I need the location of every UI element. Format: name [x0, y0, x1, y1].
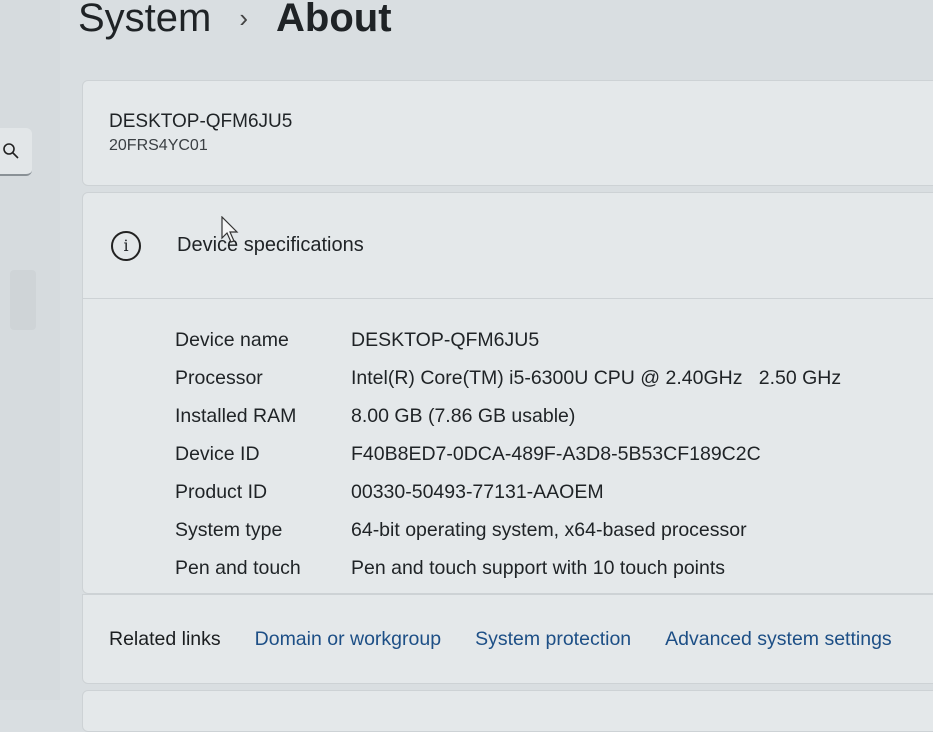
spec-row-pen-and-touch: Pen and touch Pen and touch support with …: [83, 549, 933, 587]
search-icon: [3, 143, 19, 159]
spec-list: Device name DESKTOP-QFM6JU5 Processor Inte…: [83, 299, 933, 587]
mouse-cursor-icon: [221, 216, 239, 243]
spec-label: Installed RAM: [175, 404, 297, 427]
page-title: About: [276, 0, 392, 40]
spec-label: Device ID: [175, 442, 260, 465]
link-domain-or-workgroup[interactable]: Domain or workgroup: [255, 628, 441, 651]
breadcrumb-system[interactable]: System: [78, 0, 211, 41]
spec-row-product-id: Product ID 00330-50493-77131-AAOEM: [83, 473, 933, 511]
spec-label: Pen and touch: [175, 556, 301, 579]
spec-value: Intel(R) Core(TM) i5-6300U CPU @ 2.40GHz…: [351, 366, 842, 389]
related-links-bar: Related links Domain or workgroup System…: [82, 594, 933, 684]
device-model: 20FRS4YC01: [109, 137, 208, 154]
spec-row-device-id: Device ID F40B8ED7-0DCA-489F-A3D8-5B53CF1…: [83, 435, 933, 473]
device-specifications-card: i Device specifications Device name DESKT…: [82, 192, 933, 594]
spec-value: Pen and touch support with 10 touch poin…: [351, 556, 726, 579]
spec-value: F40B8ED7-0DCA-489F-A3D8-5B53CF189C2C: [351, 442, 761, 465]
breadcrumb: System › About: [78, 0, 392, 41]
spec-value: DESKTOP-QFM6JU5: [351, 328, 540, 351]
search-box[interactable]: [0, 128, 32, 176]
link-advanced-system-settings[interactable]: Advanced system settings: [665, 628, 892, 651]
link-system-protection[interactable]: System protection: [475, 628, 631, 651]
navigation-pane: [0, 0, 60, 700]
spec-value: 8.00 GB (7.86 GB usable): [351, 404, 576, 427]
device-specifications-title: Device specifications: [177, 234, 364, 256]
spec-row-processor: Processor Intel(R) Core(TM) i5-6300U CPU …: [83, 359, 933, 397]
device-name: DESKTOP-QFM6JU5: [109, 111, 293, 132]
next-card: [82, 690, 933, 732]
spec-value: 64-bit operating system, x64-based proce…: [351, 518, 747, 541]
spec-value: 00330-50493-77131-AAOEM: [351, 480, 604, 503]
device-specifications-header[interactable]: i Device specifications: [83, 193, 933, 299]
spec-label: Device name: [175, 328, 289, 351]
spec-label: System type: [175, 518, 283, 541]
device-name-card: DESKTOP-QFM6JU5 20FRS4YC01: [82, 80, 933, 186]
spec-row-device-name: Device name DESKTOP-QFM6JU5: [83, 321, 933, 359]
spec-row-installed-ram: Installed RAM 8.00 GB (7.86 GB usable): [83, 397, 933, 435]
chevron-right-icon: ›: [239, 3, 249, 33]
info-icon: i: [111, 230, 141, 261]
spec-label: Product ID: [175, 480, 268, 503]
nav-item[interactable]: [10, 270, 36, 330]
related-links-label: Related links: [109, 627, 221, 650]
spec-row-system-type: System type 64-bit operating system, x64-…: [83, 511, 933, 549]
spec-label: Processor: [175, 366, 263, 389]
